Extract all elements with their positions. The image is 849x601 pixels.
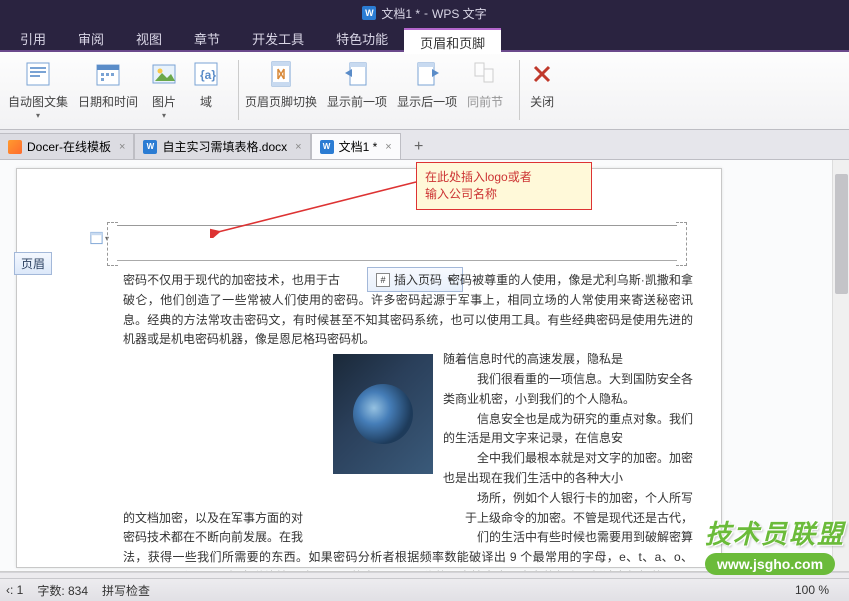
menu-quote[interactable]: 引用 — [4, 26, 62, 50]
status-spellcheck[interactable]: 拼写检查 — [102, 582, 150, 599]
status-zoom[interactable]: 100 % — [795, 583, 829, 597]
svg-text:{a}: {a} — [200, 68, 216, 82]
show-next-icon — [411, 58, 443, 90]
word-doc-icon: W — [320, 140, 334, 154]
close-icon — [526, 58, 558, 90]
document-body: 密码不仅用于现代的加密技术，也用于古密码被尊重的人使用，像是尤利乌斯·凯撒和拿破… — [123, 271, 693, 572]
scrollbar-thumb[interactable] — [835, 174, 848, 294]
page[interactable]: ▾ # 插入页码 ▼ 密码不仅用于现代的加密技术，也用于古密码被尊重的人使用，像… — [16, 168, 722, 568]
header-tag[interactable]: 页眉 — [14, 252, 52, 275]
vertical-scrollbar[interactable] — [832, 160, 849, 571]
ribbon-picture[interactable]: 图片 ▾ — [148, 58, 180, 120]
menu-view[interactable]: 视图 — [120, 26, 178, 50]
close-icon[interactable]: × — [295, 141, 301, 153]
embedded-image — [333, 354, 433, 474]
menu-chapter[interactable]: 章节 — [178, 26, 236, 50]
ribbon-separator — [519, 60, 520, 120]
field-icon: {a} — [190, 58, 222, 90]
close-icon[interactable]: × — [119, 141, 125, 153]
title-bar: W 文档1 * - WPS 文字 — [0, 0, 849, 26]
show-prev-icon — [341, 58, 373, 90]
ribbon-same-prev[interactable]: 同前节 — [467, 58, 503, 110]
tab-doc1[interactable]: W 文档1 * × — [311, 133, 401, 159]
title-app: WPS 文字 — [432, 5, 487, 22]
tab-docer-template[interactable]: Docer-在线模板 × — [0, 133, 134, 159]
status-bar: ‹: 1 字数: 834 拼写检查 100 % — [0, 578, 849, 601]
ribbon-separator — [238, 60, 239, 120]
same-prev-icon — [469, 58, 501, 90]
ribbon-field[interactable]: {a} 域 — [190, 58, 222, 110]
docer-icon — [8, 140, 22, 154]
word-doc-icon: W — [143, 140, 157, 154]
word-app-icon: W — [362, 6, 376, 20]
datetime-icon — [92, 58, 124, 90]
header-options-button[interactable]: ▾ — [89, 229, 109, 247]
hf-switch-icon — [265, 58, 297, 90]
close-icon[interactable]: × — [385, 141, 391, 153]
new-tab-button[interactable]: + — [407, 135, 431, 159]
menu-devtools[interactable]: 开发工具 — [236, 26, 320, 50]
ribbon-close[interactable]: 关闭 — [526, 58, 558, 110]
menu-review[interactable]: 审阅 — [62, 26, 120, 50]
autotext-icon — [22, 58, 54, 90]
status-word-count[interactable]: 字数: 834 — [37, 582, 88, 599]
ribbon: 自动图文集 ▾ 日期和时间 图片 ▾ {a} 域 页眉页脚切换 显示前一项 显示… — [0, 52, 849, 130]
ribbon-show-next[interactable]: 显示后一项 — [397, 58, 457, 110]
doc-tab-bar: Docer-在线模板 × W 自主实习需填表格.docx × W 文档1 * ×… — [0, 130, 849, 160]
picture-icon — [148, 58, 180, 90]
ribbon-datetime[interactable]: 日期和时间 — [78, 58, 138, 110]
header-region[interactable] — [117, 225, 677, 261]
title-doc: 文档1 * — [381, 5, 420, 22]
ribbon-autotext[interactable]: 自动图文集 ▾ — [8, 58, 68, 120]
tab-internship-doc[interactable]: W 自主实习需填表格.docx × — [134, 133, 310, 159]
menu-header-footer[interactable]: 页眉和页脚 — [404, 28, 501, 54]
status-position[interactable]: ‹: 1 — [6, 583, 23, 597]
menu-special[interactable]: 特色功能 — [320, 26, 404, 50]
document-canvas: ▾ # 插入页码 ▼ 密码不仅用于现代的加密技术，也用于古密码被尊重的人使用，像… — [0, 160, 849, 572]
menu-bar: 引用 审阅 视图 章节 开发工具 特色功能 页眉和页脚 — [0, 26, 849, 52]
annotation-callout: 在此处插入logo或者 输入公司名称 — [416, 162, 592, 210]
ribbon-show-prev[interactable]: 显示前一项 — [327, 58, 387, 110]
ribbon-hf-switch[interactable]: 页眉页脚切换 — [245, 58, 317, 110]
